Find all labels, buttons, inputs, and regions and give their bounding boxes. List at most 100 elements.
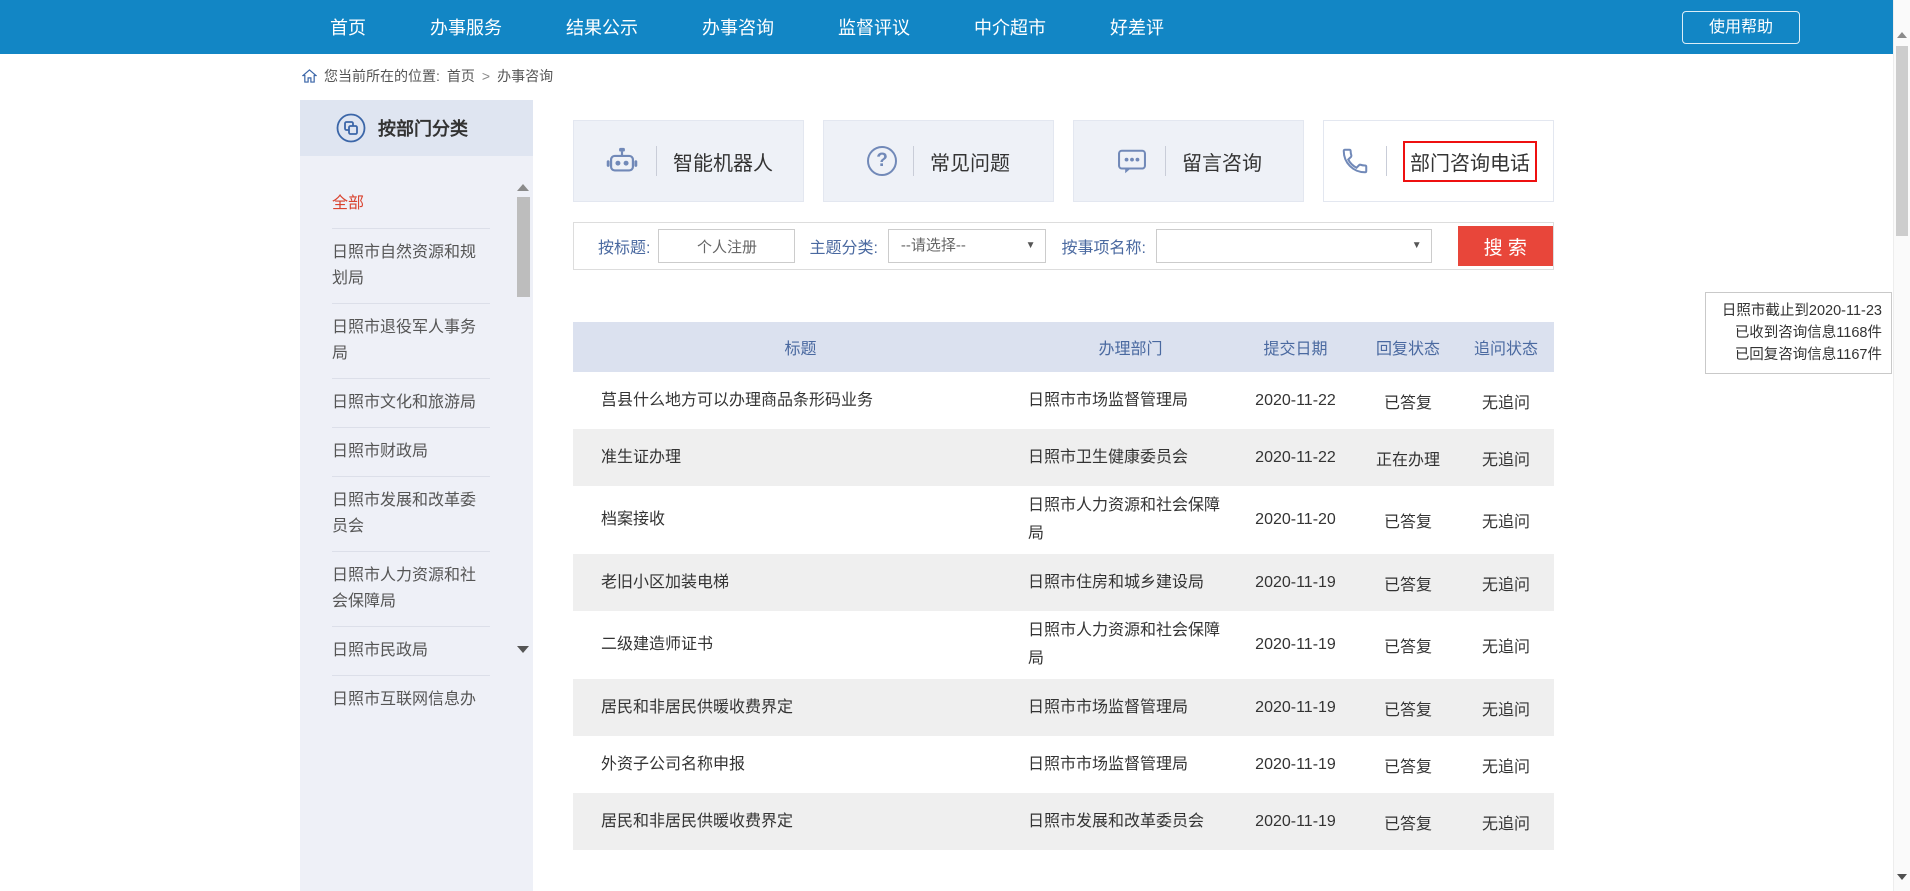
page-scrollbar-thumb[interactable] bbox=[1896, 46, 1908, 236]
nav-item-supervision[interactable]: 监督评议 bbox=[838, 14, 910, 40]
row-title-link[interactable]: 居民和非居民供暖收费界定 bbox=[573, 809, 1028, 835]
consult-tabs: 智能机器人 ? 常见问题 留言咨询 部门咨询电话 bbox=[573, 120, 1554, 202]
row-date: 2020-11-19 bbox=[1233, 813, 1358, 831]
row-reply-status: 已答复 bbox=[1358, 696, 1458, 720]
row-title-link[interactable]: 二级建造师证书 bbox=[573, 632, 1028, 658]
row-reply-status: 已答复 bbox=[1358, 389, 1458, 413]
nav-item-consult[interactable]: 办事咨询 bbox=[702, 14, 774, 40]
topic-filter-label: 主题分类: bbox=[809, 234, 877, 258]
row-follow-status: 无追问 bbox=[1458, 508, 1554, 532]
nav-item-rating[interactable]: 好差评 bbox=[1110, 14, 1164, 40]
nav-item-results[interactable]: 结果公示 bbox=[566, 14, 638, 40]
page-scrollbar[interactable] bbox=[1893, 0, 1910, 891]
row-date: 2020-11-19 bbox=[1233, 756, 1358, 774]
question-icon: ? bbox=[867, 146, 897, 176]
table-row: 档案接收 日照市人力资源和社会保障局 2020-11-20 已答复 无追问 bbox=[573, 486, 1554, 554]
tab-department-phone-label: 部门咨询电话 bbox=[1403, 141, 1537, 182]
divider bbox=[1386, 146, 1387, 176]
item-name-select[interactable]: ▼ bbox=[1156, 229, 1432, 263]
row-follow-status: 无追问 bbox=[1458, 753, 1554, 777]
scroll-down-arrow[interactable] bbox=[1897, 874, 1907, 880]
tab-department-phone[interactable]: 部门咨询电话 bbox=[1323, 120, 1554, 202]
sidebar-scrollbar-thumb[interactable] bbox=[517, 197, 530, 297]
sidebar-item-all[interactable]: 全部 bbox=[332, 180, 490, 229]
title-filter-label: 按标题: bbox=[598, 234, 650, 258]
row-date: 2020-11-22 bbox=[1233, 449, 1358, 467]
row-department: 日照市人力资源和社会保障局 bbox=[1028, 611, 1233, 679]
row-title-link[interactable]: 外资子公司名称申报 bbox=[573, 752, 1028, 778]
nav-item-home[interactable]: 首页 bbox=[330, 14, 366, 40]
row-reply-status: 正在办理 bbox=[1358, 446, 1458, 470]
sidebar-list: 全部 日照市自然资源和规划局 日照市退役军人事务局 日照市文化和旅游局 日照市财… bbox=[300, 156, 533, 724]
help-button[interactable]: 使用帮助 bbox=[1682, 11, 1800, 44]
table-row: 老旧小区加装电梯 日照市住房和城乡建设局 2020-11-19 已答复 无追问 bbox=[573, 554, 1554, 611]
row-title-link[interactable]: 老旧小区加装电梯 bbox=[573, 570, 1028, 596]
item-filter-label: 按事项名称: bbox=[1062, 234, 1146, 258]
breadcrumb-separator: > bbox=[482, 68, 490, 84]
sidebar-item-veterans[interactable]: 日照市退役军人事务局 bbox=[332, 304, 490, 379]
col-date: 提交日期 bbox=[1233, 335, 1358, 359]
divider bbox=[656, 146, 657, 176]
message-icon bbox=[1115, 146, 1149, 176]
sidebar-scroll-down-arrow[interactable] bbox=[517, 646, 529, 653]
col-follow-status: 追问状态 bbox=[1458, 335, 1554, 359]
col-reply-status: 回复状态 bbox=[1358, 335, 1458, 359]
row-department: 日照市市场监督管理局 bbox=[1028, 745, 1233, 785]
stats-line-1: 日照市截止到2020-11-23 bbox=[1715, 300, 1882, 322]
nav-item-agency[interactable]: 中介超市 bbox=[974, 14, 1046, 40]
tab-faq[interactable]: ? 常见问题 bbox=[823, 120, 1054, 202]
row-title-link[interactable]: 准生证办理 bbox=[573, 445, 1028, 471]
robot-icon bbox=[604, 145, 640, 177]
scroll-up-arrow[interactable] bbox=[1897, 32, 1907, 38]
row-department: 日照市人力资源和社会保障局 bbox=[1028, 486, 1233, 554]
sidebar-item-internet-info[interactable]: 日照市互联网信息办 bbox=[332, 676, 490, 724]
row-department: 日照市市场监督管理局 bbox=[1028, 688, 1233, 728]
row-reply-status: 已答复 bbox=[1358, 753, 1458, 777]
table-row: 二级建造师证书 日照市人力资源和社会保障局 2020-11-19 已答复 无追问 bbox=[573, 611, 1554, 679]
sidebar-item-human-resources[interactable]: 日照市人力资源和社会保障局 bbox=[332, 552, 490, 627]
tab-smart-robot-label: 智能机器人 bbox=[673, 147, 773, 176]
row-date: 2020-11-19 bbox=[1233, 699, 1358, 717]
table-row: 准生证办理 日照市卫生健康委员会 2020-11-22 正在办理 无追问 bbox=[573, 429, 1554, 486]
row-title-link[interactable]: 居民和非居民供暖收费界定 bbox=[573, 695, 1028, 721]
sidebar-item-development-reform[interactable]: 日照市发展和改革委员会 bbox=[332, 477, 490, 552]
divider bbox=[913, 146, 914, 176]
row-title-link[interactable]: 莒县什么地方可以办理商品条形码业务 bbox=[573, 388, 1028, 414]
topic-select[interactable]: --请选择-- ▼ bbox=[888, 229, 1046, 263]
row-follow-status: 无追问 bbox=[1458, 571, 1554, 595]
col-title: 标题 bbox=[573, 335, 1028, 359]
row-reply-status: 已答复 bbox=[1358, 810, 1458, 834]
sidebar-item-culture-tourism[interactable]: 日照市文化和旅游局 bbox=[332, 379, 490, 428]
sidebar-item-civil-affairs[interactable]: 日照市民政局 bbox=[332, 627, 490, 676]
row-date: 2020-11-19 bbox=[1233, 636, 1358, 654]
sidebar-item-natural-resources[interactable]: 日照市自然资源和规划局 bbox=[332, 229, 490, 304]
table-header: 标题 办理部门 提交日期 回复状态 追问状态 bbox=[573, 322, 1554, 372]
category-icon bbox=[336, 113, 366, 143]
divider bbox=[1165, 146, 1166, 176]
consultation-stats-box: 日照市截止到2020-11-23 已收到咨询信息1168件 已回复咨询信息116… bbox=[1705, 292, 1892, 374]
sidebar-scroll-up-arrow[interactable] bbox=[517, 184, 529, 191]
search-button[interactable]: 搜 索 bbox=[1458, 226, 1553, 266]
department-sidebar: 按部门分类 全部 日照市自然资源和规划局 日照市退役军人事务局 日照市文化和旅游… bbox=[300, 100, 533, 891]
tab-message-consult[interactable]: 留言咨询 bbox=[1073, 120, 1304, 202]
row-department: 日照市发展和改革委员会 bbox=[1028, 802, 1233, 842]
nav-menu: 首页 办事服务 结果公示 办事咨询 监督评议 中介超市 好差评 bbox=[330, 14, 1164, 40]
table-row: 居民和非居民供暖收费界定 日照市市场监督管理局 2020-11-19 已答复 无… bbox=[573, 679, 1554, 736]
sidebar-item-finance[interactable]: 日照市财政局 bbox=[332, 428, 490, 477]
search-bar: 按标题: 主题分类: --请选择-- ▼ 按事项名称: ▼ 搜 索 bbox=[573, 222, 1554, 270]
title-search-input[interactable] bbox=[658, 229, 795, 263]
row-follow-status: 无追问 bbox=[1458, 389, 1554, 413]
row-department: 日照市卫生健康委员会 bbox=[1028, 438, 1233, 478]
breadcrumb-home-link[interactable]: 首页 bbox=[447, 66, 475, 86]
nav-item-services[interactable]: 办事服务 bbox=[430, 14, 502, 40]
table-row: 莒县什么地方可以办理商品条形码业务 日照市市场监督管理局 2020-11-22 … bbox=[573, 372, 1554, 429]
tab-smart-robot[interactable]: 智能机器人 bbox=[573, 120, 804, 202]
sidebar-header: 按部门分类 bbox=[300, 100, 533, 156]
chevron-down-icon: ▼ bbox=[1412, 230, 1422, 262]
tab-message-consult-label: 留言咨询 bbox=[1182, 147, 1262, 176]
row-title-link[interactable]: 档案接收 bbox=[573, 507, 1028, 533]
row-department: 日照市住房和城乡建设局 bbox=[1028, 563, 1233, 603]
phone-icon bbox=[1340, 146, 1370, 176]
chevron-down-icon: ▼ bbox=[1026, 230, 1036, 262]
stats-line-3: 已回复咨询信息1167件 bbox=[1715, 344, 1882, 366]
